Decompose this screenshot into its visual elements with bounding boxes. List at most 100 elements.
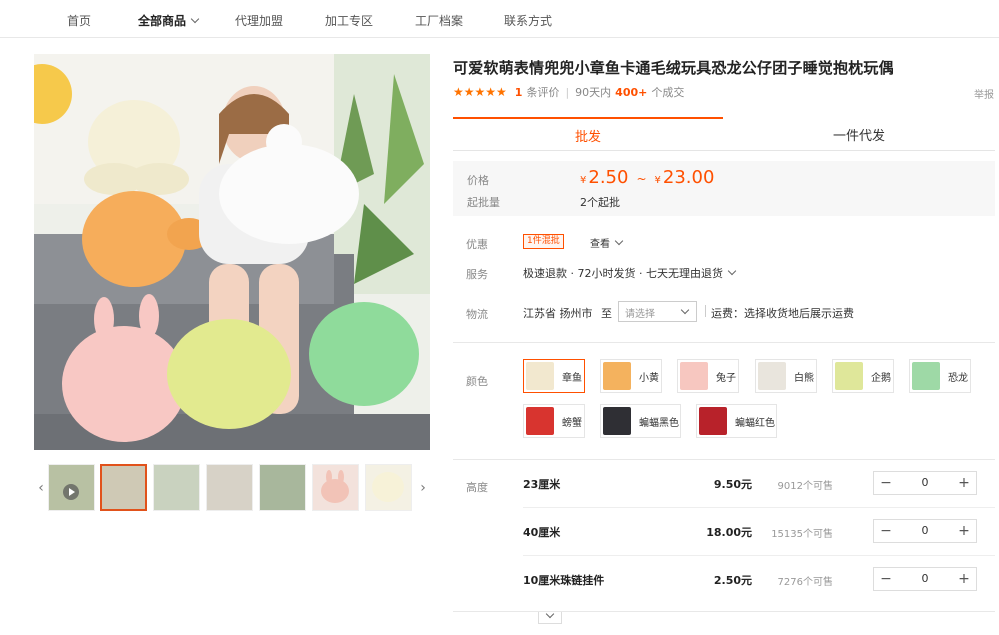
thumbnail-5-image [321,470,349,503]
destination-select[interactable]: 请选择 [618,301,697,322]
price-label: 价格 [467,174,489,187]
max-price: 23.00 [662,167,715,188]
color-option-label: 恐龙 [948,372,968,384]
decrement-button[interactable]: − [874,568,898,590]
sku-stock: 15135个可售 [771,529,833,540]
color-label: 颜色 [466,375,488,388]
thumb-prev-button[interactable]: ‹ [34,464,48,512]
swatch-image [526,407,554,435]
divider [705,305,706,317]
thumbnail-strip: ‹ › [34,464,430,512]
tab-wholesale[interactable]: 批发 [453,117,723,151]
quantity-input[interactable]: 0 [898,472,952,494]
chevron-right-icon: › [420,480,426,496]
freight-info: 运费：选择收货地后展示运费 [711,307,854,320]
range-separator: ~ [636,172,647,186]
ship-from: 江苏省 扬州市 [523,307,593,320]
increment-button[interactable]: + [952,520,976,542]
rating-row: ★★★★★ 1 条评价 | 90天内 400+ 个成交 [453,84,684,100]
color-option-label: 白熊 [794,372,814,384]
thumbnail-4[interactable] [259,464,306,511]
expand-more-button[interactable] [538,609,562,624]
thumbnail-2[interactable] [153,464,200,511]
nav-contact[interactable]: 联系方式 [504,12,552,29]
quantity-input[interactable]: 0 [898,520,952,542]
color-option-penguin[interactable]: 企鹅 [832,359,894,393]
review-label[interactable]: 条评价 [526,84,559,100]
currency-symbol-2: ¥ [654,175,661,186]
swatch-image [835,362,863,390]
quantity-stepper: − 0 + [873,567,977,591]
divider: | [565,85,570,99]
color-option-octopus[interactable]: 章鱼 [523,359,585,393]
decrement-button[interactable]: − [874,472,898,494]
sku-stock: 7276个可售 [777,577,833,588]
quantity-input[interactable]: 0 [898,568,952,590]
color-option-label: 兔子 [716,372,736,384]
rating-stars-icon: ★★★★★ [453,85,507,99]
sku-price: 18.00元 [706,526,752,539]
moq-label: 起批量 [467,196,500,209]
offers-more[interactable]: 查看 [590,235,624,250]
swatch-image [526,362,554,390]
color-option-crab[interactable]: 螃蟹 [523,404,585,438]
tab-dropship[interactable]: 一件代发 [723,117,995,151]
nav-all-products-label: 全部商品 [138,14,187,28]
increment-button[interactable]: + [952,472,976,494]
offers-label: 优惠 [466,238,488,251]
chevron-down-icon [190,14,200,24]
min-price: 2.50 [588,167,629,188]
main-product-image[interactable] [34,54,430,450]
color-option-label: 蝙蝠黑色 [639,417,679,429]
top-nav: 首页 全部商品 代理加盟 加工专区 工厂档案 联系方式 [0,0,999,38]
coupon-badge[interactable]: 1件混批 [523,234,564,249]
swatch-image [603,407,631,435]
thumbnail-3[interactable] [206,464,253,511]
thumbnail-1[interactable] [100,464,147,511]
swatch-image [912,362,940,390]
swatch-image [603,362,631,390]
nav-agency[interactable]: 代理加盟 [235,12,283,29]
color-option-bat-red[interactable]: 蝙蝠红色 [696,404,777,438]
color-option-bat-black[interactable]: 蝙蝠黑色 [600,404,681,438]
nav-home[interactable]: 首页 [67,12,91,29]
increment-button[interactable]: + [952,568,976,590]
service-items: 极速退款 · 72小时发货 · 七天无理由退货 [523,267,723,280]
height-label: 高度 [466,481,488,494]
offers-more-label: 查看 [590,239,610,250]
thumb-next-button[interactable]: › [416,464,430,512]
color-option-dinosaur[interactable]: 恐龙 [909,359,971,393]
quantity-stepper: − 0 + [873,471,977,495]
nav-all-products[interactable]: 全部商品 [138,12,200,29]
section-divider [453,342,995,343]
decrement-button[interactable]: − [874,520,898,542]
chevron-down-icon [545,609,555,619]
color-option-bunny[interactable]: 兔子 [677,359,739,393]
service-text[interactable]: 极速退款 · 72小时发货 · 七天无理由退货 [523,265,737,281]
review-count[interactable]: 1 [515,86,523,99]
color-option-label: 小黄 [639,372,659,384]
chevron-down-icon [680,305,690,315]
report-link[interactable]: 举报 [974,86,994,101]
service-label: 服务 [466,268,488,281]
section-divider [453,611,995,612]
price-box: 价格 ¥2.50 ~ ¥23.00 起批量 2个起批 [453,161,995,216]
color-option-label: 章鱼 [562,372,582,384]
thumbnail-6[interactable] [365,464,412,511]
product-title: 可爱软萌表情兜兜小章鱼卡通毛绒玩具恐龙公仔团子睡觉抱枕玩偶 [453,59,894,77]
thumbnail-5[interactable] [312,464,359,511]
thumbnail-video[interactable] [48,464,95,511]
sku-row-10cm-pendant: 10厘米珠链挂件 2.50元 7276个可售 − 0 + [523,556,995,604]
swatch-image [680,362,708,390]
nav-processing[interactable]: 加工专区 [325,12,373,29]
color-option-label: 螃蟹 [562,417,582,429]
color-option-polar-bear[interactable]: 白熊 [755,359,817,393]
deal-label: 个成交 [651,86,685,99]
currency-symbol: ¥ [580,175,587,186]
color-option-yellow[interactable]: 小黄 [600,359,662,393]
sku-stock: 9012个可售 [777,481,833,492]
destination-placeholder: 请选择 [625,309,655,320]
sku-price: 9.50元 [713,478,752,491]
price-range: ¥2.50 ~ ¥23.00 [580,167,714,188]
nav-factory[interactable]: 工厂档案 [415,12,463,29]
